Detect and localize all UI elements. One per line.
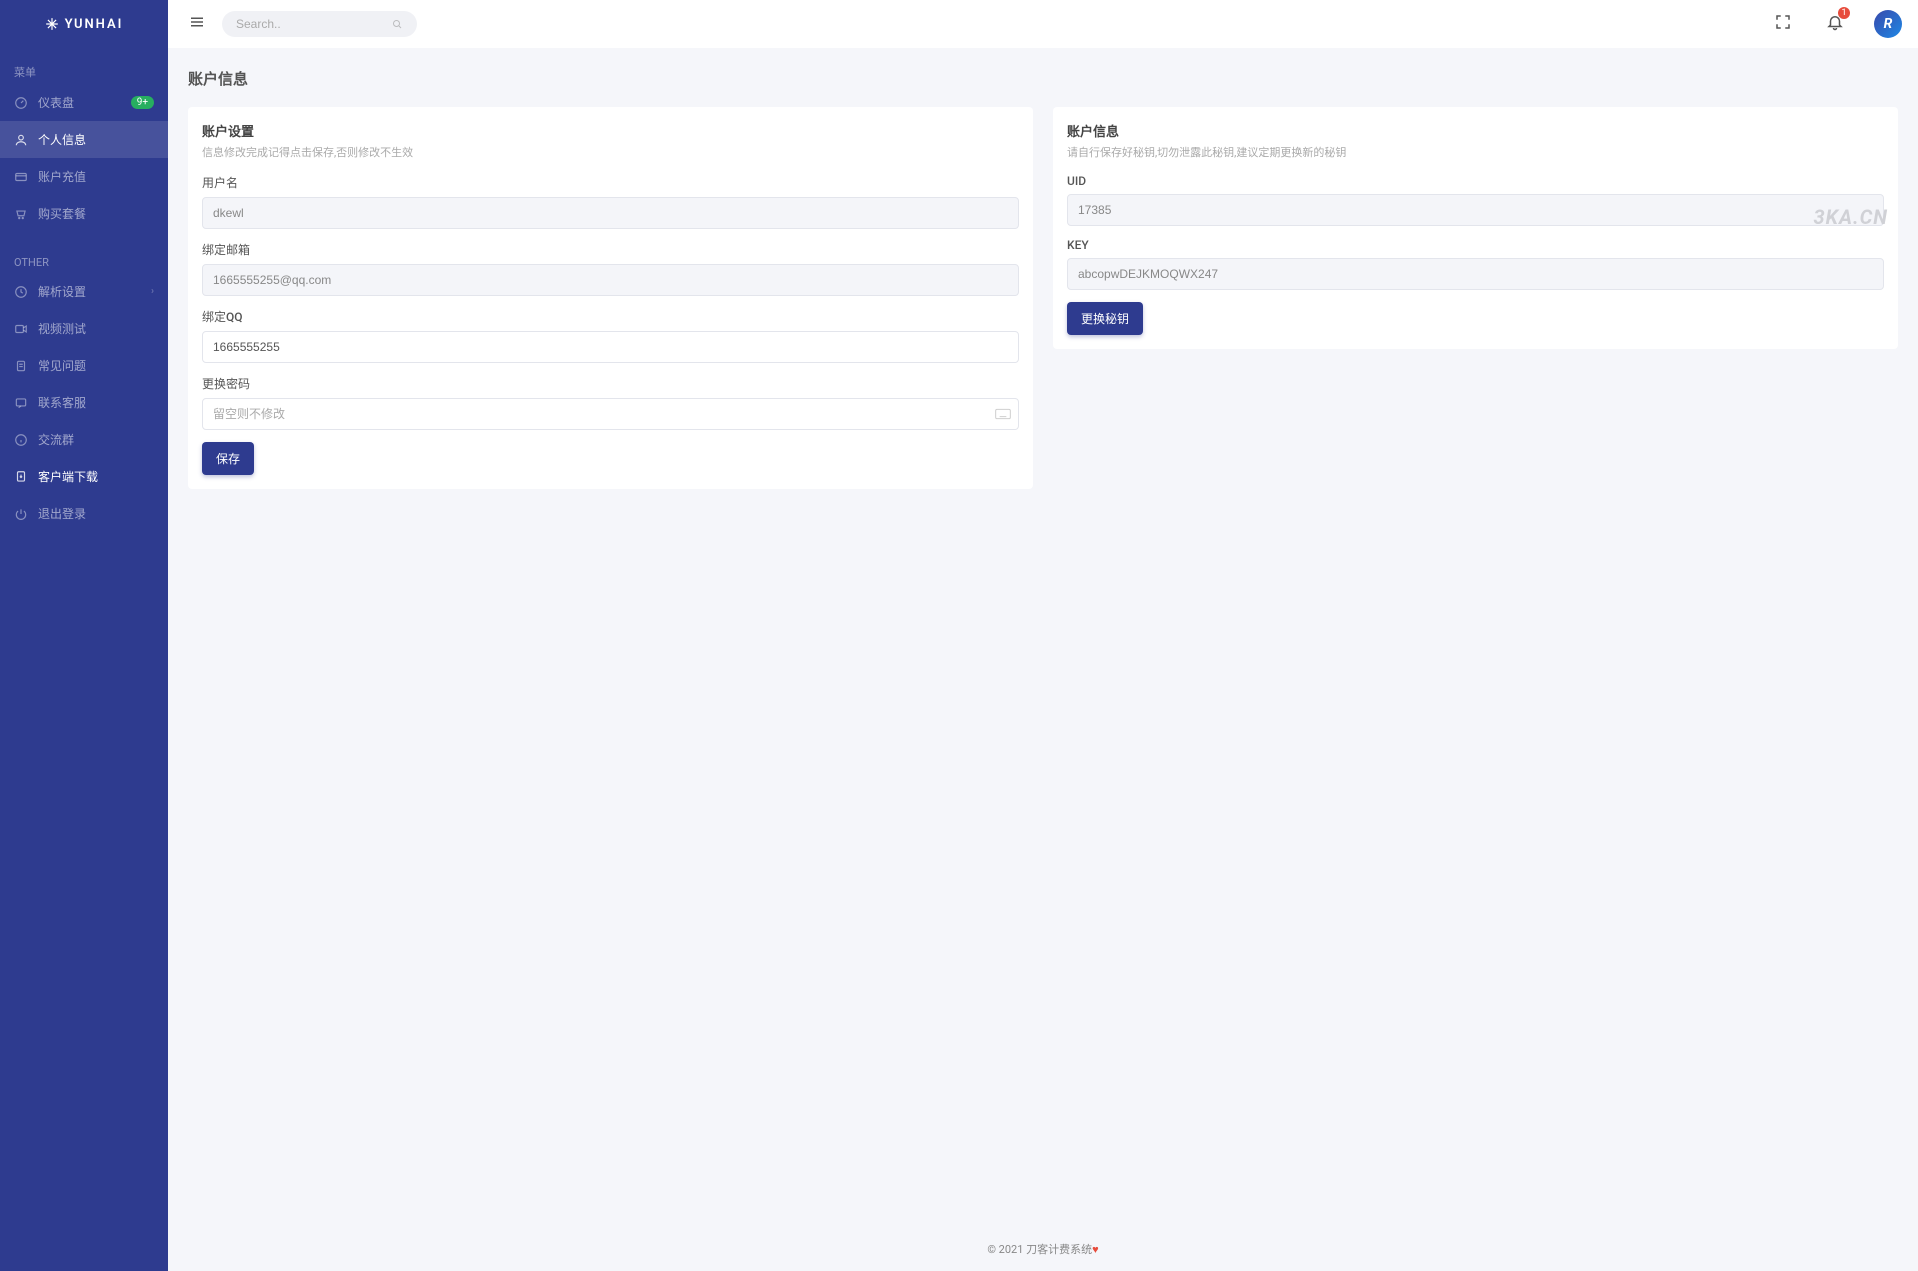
search-input[interactable]	[236, 17, 391, 31]
username-label: 用户名	[202, 174, 1019, 191]
sidebar-item-dashboard[interactable]: 仪表盘 9+	[0, 84, 168, 121]
qq-input[interactable]	[202, 331, 1019, 363]
save-button[interactable]: 保存	[202, 442, 254, 475]
sidebar-item-label: 解析设置	[38, 283, 151, 300]
sidebar-item-group[interactable]: 交流群	[0, 421, 168, 458]
key-label: KEY	[1067, 238, 1884, 252]
username-input[interactable]	[202, 197, 1019, 229]
nav-section-menu: 菜单	[0, 56, 168, 84]
card-title: 账户设置	[202, 121, 1019, 140]
sidebar: YUNHAI 菜单 仪表盘 9+ 个人信息 账户充值 购买套餐	[0, 0, 168, 1271]
key-input[interactable]	[1067, 258, 1884, 290]
chat-icon	[14, 396, 28, 410]
sidebar-item-parse[interactable]: 解析设置 ›	[0, 273, 168, 310]
hamburger-icon	[188, 13, 206, 31]
email-label: 绑定邮箱	[202, 241, 1019, 258]
header: 1 R	[168, 0, 1918, 48]
refresh-key-button[interactable]: 更换秘钥	[1067, 302, 1143, 335]
sidebar-item-label: 视频测试	[38, 320, 154, 337]
email-input[interactable]	[202, 264, 1019, 296]
info-icon	[14, 433, 28, 447]
sidebar-item-video[interactable]: 视频测试	[0, 310, 168, 347]
uid-input[interactable]	[1067, 194, 1884, 226]
card-icon	[14, 170, 28, 184]
user-icon	[14, 133, 28, 147]
account-settings-card: 账户设置 信息修改完成记得点击保存,否则修改不生效 用户名 绑定邮箱 绑定QQ	[188, 107, 1033, 489]
menu-toggle[interactable]	[184, 9, 210, 39]
cart-icon	[14, 207, 28, 221]
download-icon	[14, 470, 28, 484]
sidebar-item-recharge[interactable]: 账户充值	[0, 158, 168, 195]
sidebar-item-label: 个人信息	[38, 131, 154, 148]
logo-icon	[45, 17, 59, 31]
sidebar-item-profile[interactable]: 个人信息	[0, 121, 168, 158]
password-input[interactable]	[202, 398, 1019, 430]
password-label: 更换密码	[202, 375, 1019, 392]
uid-label: UID	[1067, 174, 1884, 188]
sidebar-item-label: 常见问题	[38, 357, 154, 374]
sidebar-item-label: 仪表盘	[38, 94, 131, 111]
sidebar-item-label: 退出登录	[38, 505, 154, 522]
clock-icon	[14, 285, 28, 299]
badge-count: 9+	[131, 96, 154, 109]
user-avatar[interactable]: R	[1874, 10, 1902, 38]
chevron-right-icon: ›	[151, 286, 154, 297]
sidebar-item-purchase[interactable]: 购买套餐	[0, 195, 168, 232]
expand-icon	[1774, 13, 1792, 31]
notification-badge: 1	[1838, 7, 1850, 19]
sidebar-item-label: 账户充值	[38, 168, 154, 185]
sidebar-item-label: 联系客服	[38, 394, 154, 411]
sidebar-item-contact[interactable]: 联系客服	[0, 384, 168, 421]
sidebar-item-download[interactable]: 客户端下载	[0, 458, 168, 495]
footer: © 2021 刀客计费系统♥	[188, 1227, 1898, 1271]
video-icon	[14, 322, 28, 336]
sidebar-item-label: 交流群	[38, 431, 154, 448]
footer-text: © 2021 刀客计费系统	[987, 1243, 1092, 1256]
notifications-button[interactable]: 1	[1822, 9, 1848, 39]
nav-section-other: OTHER	[0, 248, 168, 273]
card-title: 账户信息	[1067, 121, 1884, 140]
brand-logo[interactable]: YUNHAI	[0, 0, 168, 48]
account-info-card: 账户信息 请自行保存好秘钥,切勿泄露此秘钥,建议定期更换新的秘钥 UID KEY…	[1053, 107, 1898, 349]
sidebar-item-label: 购买套餐	[38, 205, 154, 222]
gauge-icon	[14, 96, 28, 110]
power-icon	[14, 507, 28, 521]
search-box[interactable]	[222, 11, 417, 37]
keyboard-icon	[995, 408, 1011, 420]
fullscreen-button[interactable]	[1770, 9, 1796, 39]
qq-label: 绑定QQ	[202, 308, 1019, 325]
sidebar-item-faq[interactable]: 常见问题	[0, 347, 168, 384]
sidebar-item-logout[interactable]: 退出登录	[0, 495, 168, 532]
heart-icon: ♥	[1092, 1243, 1099, 1256]
card-subtitle: 请自行保存好秘钥,切勿泄露此秘钥,建议定期更换新的秘钥	[1067, 144, 1884, 160]
sidebar-item-label: 客户端下载	[38, 468, 154, 485]
clipboard-icon	[14, 359, 28, 373]
search-icon	[391, 18, 403, 30]
card-subtitle: 信息修改完成记得点击保存,否则修改不生效	[202, 144, 1019, 160]
page-title: 账户信息	[188, 68, 1898, 89]
